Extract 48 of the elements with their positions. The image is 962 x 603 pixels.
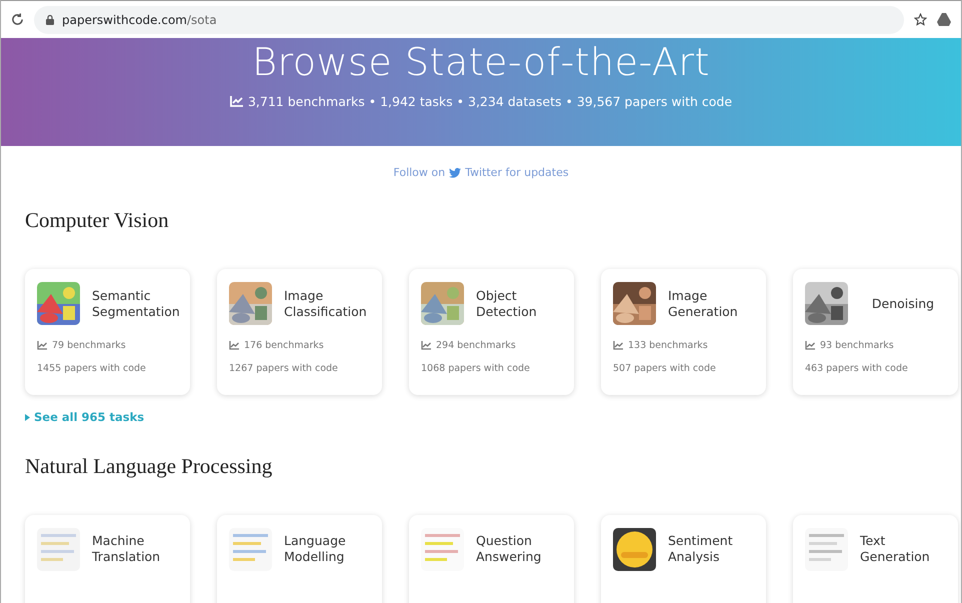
- chart-icon: [230, 96, 243, 107]
- section-heading: Computer Vision: [25, 208, 170, 233]
- chart-icon: [421, 341, 431, 350]
- task-card[interactable]: Text Generation: [793, 514, 958, 603]
- task-card[interactable]: Question Answering: [409, 514, 574, 603]
- caret-icon: [25, 414, 30, 420]
- task-card[interactable]: Machine Translation: [25, 514, 190, 603]
- benchmark-count: 176 benchmarks: [244, 340, 324, 351]
- task-name: Sentiment Analysis: [668, 533, 734, 565]
- paper-count: 507 papers with code: [613, 363, 717, 374]
- paper-count: 1455 papers with code: [37, 363, 147, 374]
- task-card[interactable]: Image Classification 176 benchmarks 1267 papers with code: [217, 269, 382, 395]
- benchmark-count: 93 benchmarks: [820, 340, 894, 351]
- task-card[interactable]: Language Modelling: [217, 514, 382, 603]
- url-text: paperswithcode.com/sota: [62, 12, 217, 26]
- bird-icon: [449, 168, 462, 178]
- lock-icon: [46, 14, 54, 24]
- stats-text: 3,711 benchmarks • 1,942 tasks • 3,234 datasets • 39,567 papers with code: [248, 94, 732, 109]
- task-name: Image Classification: [284, 288, 368, 320]
- chart-icon: [229, 341, 239, 350]
- task-name: Object Detection: [476, 288, 538, 320]
- task-name: Language Modelling: [284, 533, 347, 565]
- chart-icon: [613, 341, 623, 350]
- chart-icon: [37, 341, 47, 350]
- benchmark-count: 79 benchmarks: [52, 340, 126, 351]
- task-name: Question Answering: [476, 533, 542, 565]
- reload-icon[interactable]: [11, 13, 24, 26]
- paper-count: 1267 papers with code: [229, 363, 339, 374]
- task-name: Machine Translation: [92, 533, 162, 565]
- star-icon[interactable]: [914, 13, 927, 26]
- task-card[interactable]: Object Detection 294 benchmarks 1068 papers with code: [409, 269, 574, 395]
- task-name: Image Generation: [668, 288, 739, 320]
- paper-count: 463 papers with code: [805, 363, 909, 374]
- hero-title: Browse State-of-the-Art: [252, 40, 710, 84]
- section-heading: Natural Language Processing: [25, 454, 274, 478]
- task-card[interactable]: Sentiment Analysis: [601, 514, 766, 603]
- task-card[interactable]: Image Generation 133 benchmarks 507 papers with code: [601, 269, 766, 395]
- task-name: Denoising: [870, 296, 936, 312]
- task-name: Semantic Segmentation: [92, 288, 180, 320]
- benchmark-count: 133 benchmarks: [628, 340, 708, 351]
- chart-icon: [805, 341, 815, 350]
- task-card[interactable]: Semantic Segmentation 79 benchmarks 1455 papers with code: [25, 269, 190, 395]
- benchmark-count: 294 benchmarks: [436, 340, 516, 351]
- address-bar[interactable]: paperswithcode.com/sota: [34, 6, 904, 34]
- follow-text: Follow on: [393, 166, 446, 179]
- task-card[interactable]: Denoising 93 benchmarks 463 papers with code: [793, 269, 958, 395]
- task-name: Text Generation: [860, 533, 931, 565]
- paper-count: 1068 papers with code: [421, 363, 531, 374]
